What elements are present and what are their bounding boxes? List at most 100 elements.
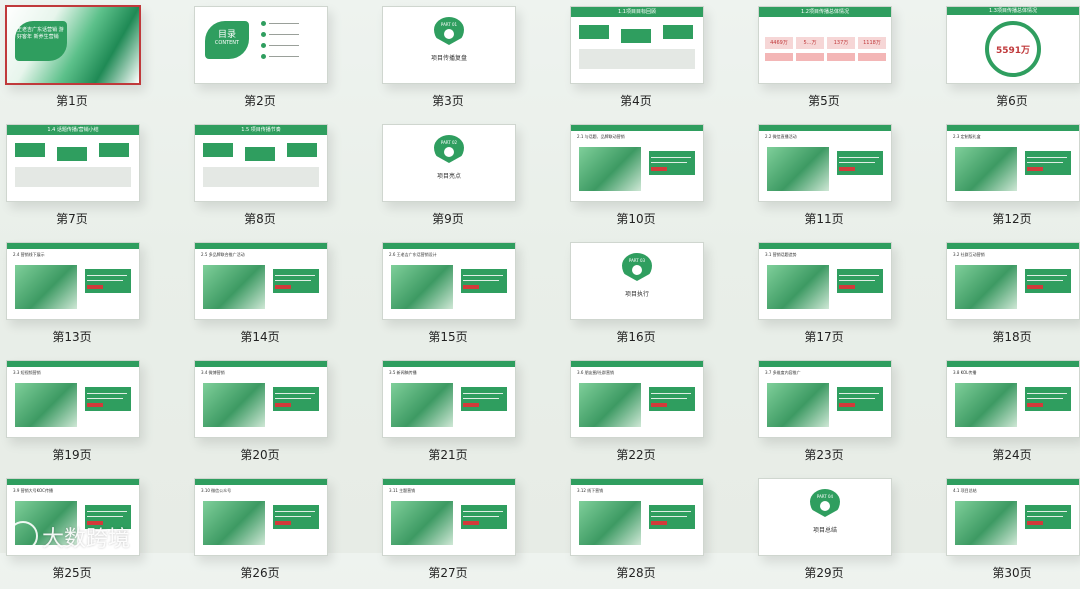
slide-thumbnail-23[interactable]: 3.7 多维度内容推广第23页 [752,354,940,471]
slide-preview[interactable]: 1.4 话题传播/营销小结 [6,124,140,202]
highlight-box [1025,387,1071,411]
slide-preview[interactable]: PART 01 项目传播复盘 [382,6,516,84]
ring-value: 5591万 [995,46,1031,56]
slide-thumbnail-5[interactable]: 1.2项目传播总体情况 4469万 5...万 137万 1118万 第5页 [752,0,940,117]
slide-preview[interactable]: 1.2项目传播总体情况 4469万 5...万 137万 1118万 [758,6,892,84]
slide-thumbnail-9[interactable]: PART 02 项目亮点 第9页 [376,118,564,235]
slide-preview[interactable]: 3.10 微信公众号 [194,478,328,556]
slide-preview[interactable]: 2.3 定制版礼盒 [946,124,1080,202]
content-area [203,167,319,187]
slide-thumbnail-20[interactable]: 3.4 微博营销 第20页 [188,354,376,471]
slide-preview[interactable]: 2.1 与话题、品牌联动营销 [570,124,704,202]
slide-title: 3.9 营销大号KOC传播 [13,488,53,493]
slide-preview[interactable]: 3.5 新闻稿传播 [382,360,516,438]
slide-preview[interactable]: 王老吉广东话营销 游好客年 新养生营销 [5,5,141,85]
slide-thumbnail-14[interactable]: 2.5 多品牌联合推广活动 第14页 [188,236,376,353]
slide-preview[interactable]: 1.5 项目传播节奏 [194,124,328,202]
slide-preview[interactable]: 3.4 微博营销 [194,360,328,438]
slide-thumbnail-19[interactable]: 3.3 短视频营销 第19页 [0,354,188,471]
slide-thumbnail-4[interactable]: 1.1项目目标回顾 第4页 [564,0,752,117]
slide-thumbnail-16[interactable]: PART 03 项目执行 第16页 [564,236,752,353]
slide-preview[interactable]: 2.6 王老吉广东话营销设计 [382,242,516,320]
slide-title: 2.3 定制版礼盒 [953,134,981,139]
slide-thumbnail-24[interactable]: 3.8 KOL传播 第24页 [940,354,1080,471]
slide-thumbnail-18[interactable]: 3.2 社群互动营销 第18页 [940,236,1080,353]
slide-thumbnail-11[interactable]: 2.2 微信直播活动 第11页 [752,118,940,235]
slide-preview[interactable]: PART 03 项目执行 [570,242,704,320]
text-line [87,393,127,394]
leaf-badge-icon: PART 01 [434,17,464,45]
slide-preview[interactable]: 3.3 短视频营销 [6,360,140,438]
logo-circle-icon [444,147,454,157]
stat-value: 1118万 [863,40,881,46]
slide-preview[interactable]: 3.11 主题营销 [382,478,516,556]
slide-thumbnail-22[interactable]: 3.6 朋友圈/社群营销 第22页 [564,354,752,471]
slide-thumbnail-10[interactable]: 2.1 与话题、品牌联动营销 第10页 [564,118,752,235]
slide-thumbnail-1[interactable]: 王老吉广东话营销 游好客年 新养生营销 第1页 [0,0,188,117]
content-block [287,143,317,157]
logo-circle-icon [444,29,454,39]
text-line [463,516,499,517]
text-line [1027,511,1067,512]
text-line [1027,393,1067,394]
text-line [839,280,875,281]
slide-preview[interactable]: 4.1 项目总结 [946,478,1080,556]
slide-preview[interactable]: 3.8 KOL传播 [946,360,1080,438]
stat-percent-box [858,53,886,61]
highlight-box [273,269,319,293]
slide-title: 1.1项目目标回顾 [618,9,656,15]
slide-thumbnail-2[interactable]: 目录 CONTENT 第2页 [188,0,376,117]
slide-preview[interactable]: PART 02 项目亮点 [382,124,516,202]
slide-preview[interactable]: 目录 CONTENT [194,6,328,84]
slide-number-label: 第15页 [428,330,468,344]
slide-thumbnail-28[interactable]: 3.12 线下营销 第28页 [564,472,752,589]
slide-thumbnail-15[interactable]: 2.6 王老吉广东话营销设计第15页 [376,236,564,353]
slide-thumbnail-3[interactable]: PART 01 项目传播复盘第3页 [376,0,564,117]
slide-preview[interactable]: 3.12 线下营销 [570,478,704,556]
slide-thumbnail-27[interactable]: 3.11 主题营销 第27页 [376,472,564,589]
slide-image [579,383,641,427]
slide-number-label: 第23页 [804,448,844,462]
slide-preview[interactable]: 2.5 多品牌联合推广活动 [194,242,328,320]
slide-number-label: 第3页 [432,94,464,108]
slide-preview[interactable]: 1.1项目目标回顾 [570,6,704,84]
text-line [275,511,315,512]
slide-thumbnail-12[interactable]: 2.3 定制版礼盒 第12页 [940,118,1080,235]
slide-image [955,147,1017,191]
stat-value: 137万 [833,40,849,46]
slide-thumbnail-30[interactable]: 4.1 项目总结 第30页 [940,472,1080,589]
slide-preview[interactable]: 3.7 多维度内容推广 [758,360,892,438]
text-line [87,398,123,399]
text-line [839,393,879,394]
content-area [15,167,131,187]
slide-thumbnail-6[interactable]: 1.3项目传播总体情况 5591万 第6页 [940,0,1080,117]
slide-preview[interactable]: 1.3项目传播总体情况 5591万 [946,6,1080,84]
slide-thumbnail-21[interactable]: 3.5 新闻稿传播 第21页 [376,354,564,471]
part-label: PART 04 [816,494,834,499]
slide-preview[interactable]: 3.1 营销话题造势 [758,242,892,320]
highlight-box [461,387,507,411]
slide-thumbnail-7[interactable]: 1.4 话题传播/营销小结 第7页 [0,118,188,235]
red-highlight [839,403,855,407]
slide-thumbnail-13[interactable]: 2.4 营销线下展示 第13页 [0,236,188,353]
slide-image [767,147,829,191]
slide-preview[interactable]: 2.2 微信直播活动 [758,124,892,202]
highlight-box [273,387,319,411]
slide-image [955,383,1017,427]
content-block [621,29,651,43]
slide-preview[interactable]: 2.4 营销线下展示 [6,242,140,320]
slide-preview[interactable]: PART 04 项目总结 [758,478,892,556]
slide-thumbnail-29[interactable]: PART 04 项目总结 第29页 [752,472,940,589]
slide-preview[interactable]: 3.2 社群互动营销 [946,242,1080,320]
text-line [87,280,123,281]
slide-preview[interactable]: 3.6 朋友圈/社群营销 [570,360,704,438]
slide-thumbnail-26[interactable]: 3.10 微信公众号 第26页 [188,472,376,589]
red-highlight [1027,167,1043,171]
part-subtitle: 项目传播复盘 [430,55,467,62]
content-block [203,143,233,157]
red-highlight [275,403,291,407]
slide-thumbnail-17[interactable]: 3.1 营销话题造势 第17页 [752,236,940,353]
slide-title: 3.3 短视频营销 [13,370,41,375]
slide-thumbnail-8[interactable]: 1.5 项目传播节奏 第8页 [188,118,376,235]
toc-title: 目录 [217,30,236,40]
